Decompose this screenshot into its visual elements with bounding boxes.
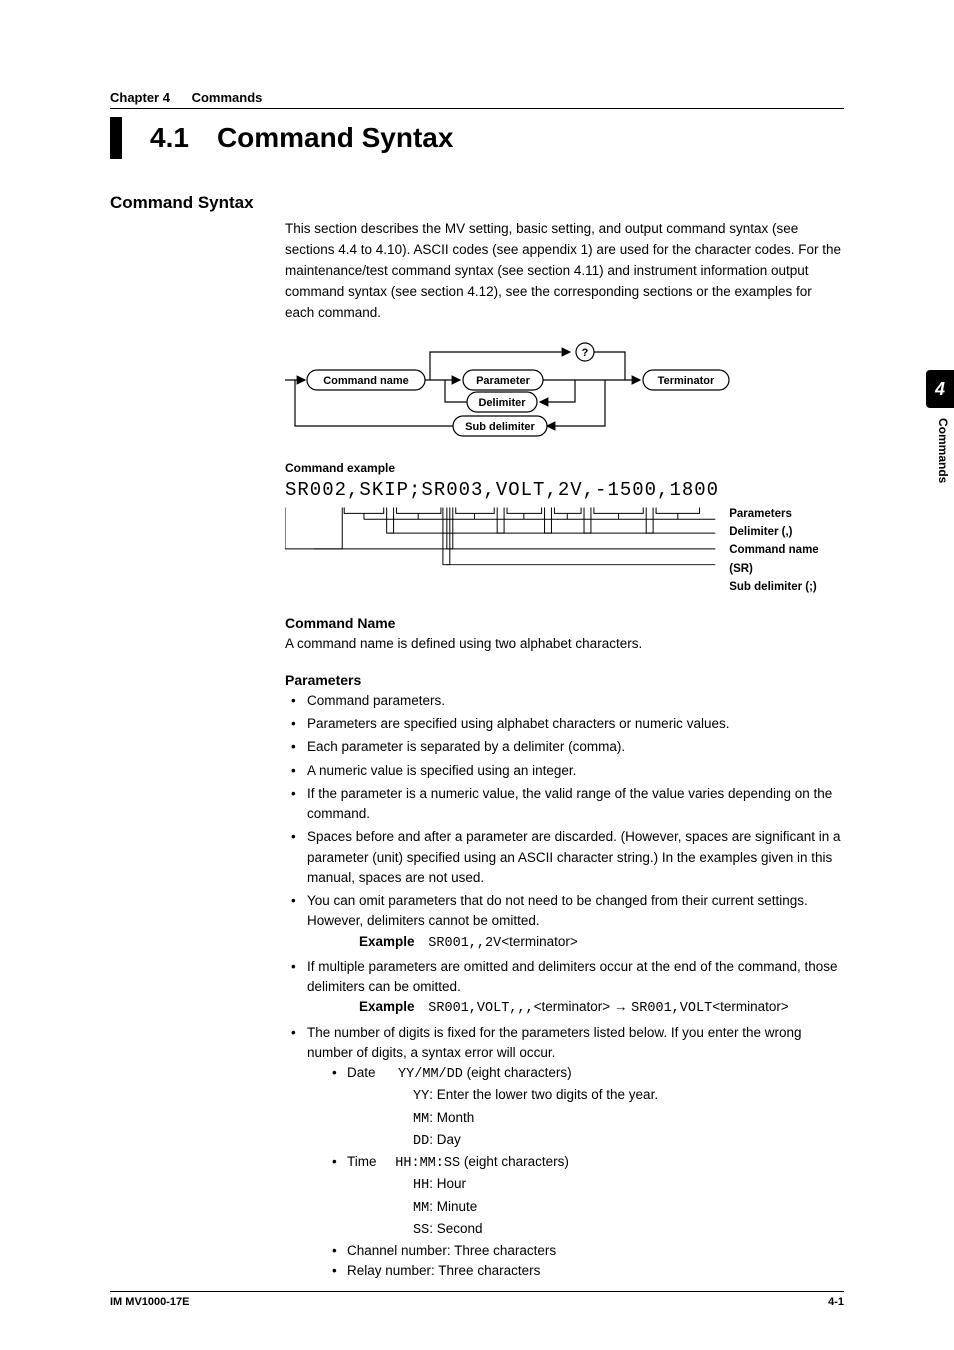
label-sub-delimiter: Sub delimiter (;)	[729, 578, 844, 596]
example-label: Example	[359, 999, 415, 1014]
hh: HH	[413, 1178, 429, 1193]
time-format: HH:MM:SS	[395, 1156, 460, 1171]
mm-desc: : Month	[429, 1110, 474, 1125]
hh-desc: : Hour	[429, 1176, 466, 1191]
sub-bullet-time: Time HH:MM:SS (eight characters) HH: Hou…	[329, 1152, 844, 1241]
bullet-item: If multiple parameters are omitted and d…	[285, 957, 844, 1020]
sub-bullet-channel: Channel number: Three characters	[329, 1241, 844, 1261]
section-title-row: 4.1 Command Syntax	[110, 117, 844, 159]
command-example-heading: Command example	[285, 461, 844, 475]
command-name-heading: Command Name	[285, 615, 844, 631]
bullet-item: Parameters are specified using alphabet …	[285, 714, 844, 734]
mm2-desc: : Minute	[429, 1199, 477, 1214]
svg-text:?: ?	[582, 347, 589, 359]
mm: MM	[413, 1112, 429, 1127]
date-desc: (eight characters)	[463, 1065, 572, 1080]
date-format: YY/MM/DD	[398, 1067, 463, 1082]
page-footer: IM MV1000-17E 4-1	[110, 1291, 844, 1308]
label-command-name: Command name (SR)	[729, 541, 844, 578]
ss-desc: : Second	[429, 1221, 482, 1236]
bullet-text: You can omit parameters that do not need…	[307, 893, 808, 928]
parameters-list: Command parameters. Parameters are speci…	[285, 691, 844, 1282]
example-line-1: Example SR001,,2V<terminator>	[359, 932, 844, 954]
command-name-text: A command name is defined using two alph…	[285, 634, 844, 654]
mm2: MM	[413, 1201, 429, 1216]
example-code-2b: SR001,VOLT	[631, 1001, 712, 1016]
side-label: Commands	[936, 418, 950, 483]
dd: DD	[413, 1134, 429, 1149]
label-parameters: Parameters	[729, 505, 844, 523]
bullet-text: The number of digits is fixed for the pa…	[307, 1025, 802, 1060]
example-tail-1: <terminator>	[501, 934, 578, 949]
parameters-heading: Parameters	[285, 672, 844, 688]
example-code-1: SR001,,2V	[428, 936, 501, 951]
ss: SS	[413, 1223, 429, 1238]
svg-text:Command name: Command name	[323, 375, 409, 387]
svg-text:Parameter: Parameter	[476, 375, 531, 387]
command-example-diagram: Parameters Delimiter (,) Command name (S…	[285, 505, 844, 597]
side-tab: 4	[926, 370, 954, 408]
subsection-heading: Command Syntax	[110, 193, 844, 213]
intro-paragraph: This section describes the MV setting, b…	[285, 219, 844, 324]
dd-desc: : Day	[429, 1132, 461, 1147]
example-tail-2: <terminator>	[712, 999, 789, 1014]
time-desc: (eight characters)	[460, 1154, 569, 1169]
footer-right: 4-1	[828, 1296, 844, 1308]
command-example-code: SR002,SKIP;SR003,VOLT,2V,-1500,1800	[285, 479, 844, 501]
bullet-text: If multiple parameters are omitted and d…	[307, 959, 838, 994]
bullet-item: Each parameter is separated by a delimit…	[285, 737, 844, 757]
date-label: Date	[347, 1065, 376, 1080]
svg-text:Delimiter: Delimiter	[478, 397, 526, 409]
bullet-item: You can omit parameters that do not need…	[285, 891, 844, 954]
bullet-item: A numeric value is specified using an in…	[285, 761, 844, 781]
example-mid-2: <terminator> →	[534, 999, 632, 1014]
sub-bullet-date: Date YY/MM/DD (eight characters) YY: Ent…	[329, 1063, 844, 1152]
example-line-2: Example SR001,VOLT,,,<terminator> → SR00…	[359, 997, 844, 1019]
yy: YY	[413, 1089, 429, 1104]
bullet-item: Spaces before and after a parameter are …	[285, 827, 844, 888]
label-delimiter: Delimiter (,)	[729, 523, 844, 541]
chapter-label: Chapter 4	[110, 90, 170, 105]
bullet-item: The number of digits is fixed for the pa…	[285, 1023, 844, 1282]
yy-desc: : Enter the lower two digits of the year…	[429, 1087, 658, 1102]
section-title: Command Syntax	[217, 122, 454, 154]
section-number: 4.1	[150, 122, 189, 154]
bullet-item: Command parameters.	[285, 691, 844, 711]
chapter-title: Commands	[192, 90, 263, 105]
section-marker	[110, 117, 122, 159]
svg-text:Terminator: Terminator	[658, 375, 715, 387]
time-label: Time	[347, 1154, 377, 1169]
fixed-digits-list: Date YY/MM/DD (eight characters) YY: Ent…	[329, 1063, 844, 1282]
sub-bullet-relay: Relay number: Three characters	[329, 1261, 844, 1281]
bullet-item: If the parameter is a numeric value, the…	[285, 784, 844, 825]
chapter-header: Chapter 4 Commands	[110, 90, 844, 109]
example-code-2a: SR001,VOLT,,,	[428, 1001, 533, 1016]
svg-text:Sub delimiter: Sub delimiter	[465, 421, 535, 433]
example-label: Example	[359, 934, 415, 949]
syntax-diagram: ? Command name Parameter Terminator Deli…	[285, 342, 844, 447]
example-labels: Parameters Delimiter (,) Command name (S…	[729, 505, 844, 597]
footer-left: IM MV1000-17E	[110, 1296, 189, 1308]
